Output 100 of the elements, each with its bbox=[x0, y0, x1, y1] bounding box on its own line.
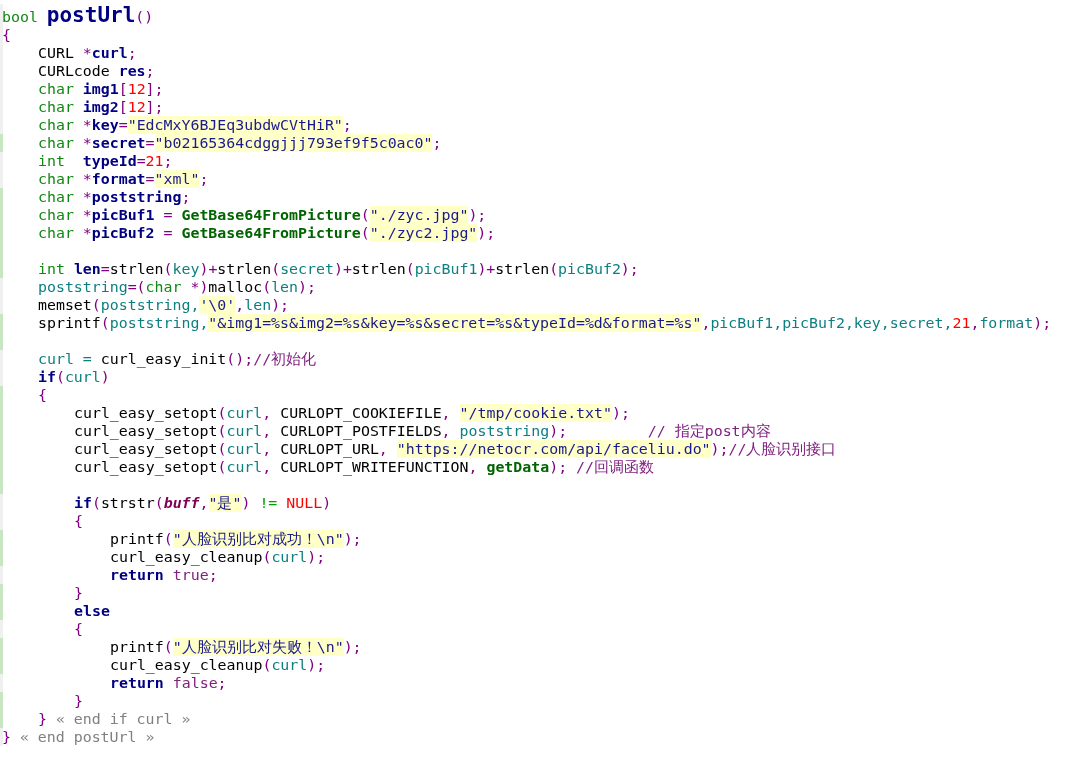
variable-declaration: img2 bbox=[82, 98, 119, 116]
punctuation: = bbox=[100, 260, 110, 278]
variable-reference: format bbox=[979, 314, 1034, 332]
parameter-name: buff bbox=[163, 494, 200, 512]
function-call: GetBase64FromPicture bbox=[181, 206, 361, 224]
punctuation: = bbox=[145, 170, 155, 188]
code-text: malloc bbox=[208, 278, 263, 296]
punctuation: , bbox=[199, 494, 209, 512]
code-text: CURLOPT_POSTFIELDS bbox=[280, 422, 442, 440]
variable-reference: poststring bbox=[459, 422, 550, 440]
punctuation: { bbox=[38, 386, 47, 404]
punctuation: ( bbox=[262, 278, 272, 296]
punctuation: ; bbox=[342, 116, 352, 134]
punctuation: , bbox=[441, 404, 452, 422]
punctuation: (); bbox=[226, 350, 254, 368]
variable-declaration: key bbox=[91, 116, 119, 134]
variable-reference: curl bbox=[226, 422, 263, 440]
punctuation: { bbox=[74, 512, 83, 530]
type-keyword: char bbox=[38, 188, 75, 206]
punctuation: * bbox=[82, 188, 92, 206]
punctuation: = bbox=[118, 116, 128, 134]
punctuation: ( bbox=[154, 494, 164, 512]
variable-declaration: typeId bbox=[82, 152, 137, 170]
variable-reference: poststring, bbox=[109, 314, 209, 332]
punctuation: = bbox=[136, 152, 146, 170]
punctuation: ; bbox=[163, 152, 173, 170]
type-keyword: char bbox=[38, 224, 75, 242]
variable-reference: secret bbox=[280, 260, 334, 278]
code-text: sprintf bbox=[38, 314, 101, 332]
string-literal: "人脸识别比对成功！\n" bbox=[172, 530, 344, 548]
punctuation: ; bbox=[145, 62, 155, 80]
number-literal: 12 bbox=[127, 80, 146, 98]
string-literal: "人脸识别比对失败！\n" bbox=[172, 638, 344, 656]
variable-reference: curl bbox=[271, 548, 308, 566]
type-keyword: char bbox=[38, 206, 75, 224]
string-literal: '\0' bbox=[199, 296, 236, 314]
punctuation: =( bbox=[127, 278, 146, 296]
code-text: curl_easy_cleanup bbox=[110, 656, 263, 674]
code-text: strlen bbox=[495, 260, 550, 278]
punctuation: ( bbox=[55, 368, 65, 386]
code-text: printf bbox=[110, 638, 164, 656]
punctuation: ( bbox=[262, 656, 272, 674]
variable-reference: poststring bbox=[38, 278, 128, 296]
end-block-annotation: « end postUrl » bbox=[19, 728, 155, 746]
variable-declaration: picBuf1 bbox=[91, 206, 155, 224]
string-literal: "/tmp/cookie.txt" bbox=[459, 404, 612, 422]
punctuation: } bbox=[74, 584, 83, 602]
boolean-literal: false bbox=[172, 674, 218, 692]
type-keyword: char bbox=[38, 170, 75, 188]
punctuation: ( bbox=[217, 458, 227, 476]
punctuation: , bbox=[235, 296, 245, 314]
code-text: curl_easy_init bbox=[100, 350, 227, 368]
punctuation: * bbox=[82, 170, 92, 188]
punctuation: ; bbox=[199, 170, 209, 188]
variable-declaration: poststring bbox=[91, 188, 182, 206]
type-keyword: bool bbox=[2, 8, 39, 26]
code-text: memset bbox=[38, 296, 92, 314]
punctuation: , bbox=[262, 440, 273, 458]
code-text: strlen bbox=[217, 260, 272, 278]
punctuation: = bbox=[162, 206, 174, 224]
punctuation: } bbox=[2, 728, 12, 746]
code-comment: //初始化 bbox=[253, 350, 317, 368]
punctuation: , bbox=[970, 314, 980, 332]
punctuation: { bbox=[74, 620, 83, 638]
string-literal: "xml" bbox=[154, 170, 200, 188]
punctuation: * bbox=[82, 116, 92, 134]
code-comment: //回调函数 bbox=[576, 458, 655, 476]
string-literal: "https://netocr.com/api/faceliu.do" bbox=[396, 440, 711, 458]
punctuation: ); bbox=[307, 548, 326, 566]
end-block-annotation: « end if curl » bbox=[55, 710, 191, 728]
control-keyword: if bbox=[74, 494, 92, 512]
code-text: CURLcode bbox=[38, 62, 111, 80]
code-text: CURLOPT_COOKIEFILE bbox=[280, 404, 442, 422]
punctuation: * bbox=[82, 224, 92, 242]
punctuation: ( bbox=[163, 530, 173, 548]
punctuation: ( bbox=[217, 404, 227, 422]
variable-reference: curl = bbox=[38, 350, 93, 368]
code-text: printf bbox=[110, 530, 164, 548]
punctuation: , bbox=[701, 314, 711, 332]
code-text: CURLOPT_URL bbox=[280, 440, 379, 458]
variable-reference: key bbox=[172, 260, 200, 278]
control-keyword: if bbox=[38, 368, 56, 386]
punctuation: ( bbox=[549, 260, 559, 278]
code-text: strlen bbox=[351, 260, 406, 278]
variable-declaration: curl bbox=[91, 44, 128, 62]
number-literal: 21 bbox=[952, 314, 971, 332]
punctuation: = bbox=[162, 224, 174, 242]
code-comment: // 指定post内容 bbox=[647, 422, 771, 440]
punctuation: ( bbox=[100, 314, 110, 332]
punctuation: ); bbox=[620, 260, 639, 278]
punctuation: , bbox=[441, 422, 452, 440]
punctuation: [ bbox=[118, 80, 128, 98]
variable-declaration: secret bbox=[91, 134, 146, 152]
control-keyword: return bbox=[110, 674, 165, 692]
number-literal: 21 bbox=[145, 152, 164, 170]
punctuation: ); bbox=[298, 278, 316, 296]
punctuation: ); bbox=[343, 638, 362, 656]
string-literal: "&img1=%s&img2=%s&key=%s&secret=%s&typeId=%d&format=%s" bbox=[208, 314, 702, 332]
punctuation: *) bbox=[190, 278, 209, 296]
type-keyword: char bbox=[38, 134, 75, 152]
